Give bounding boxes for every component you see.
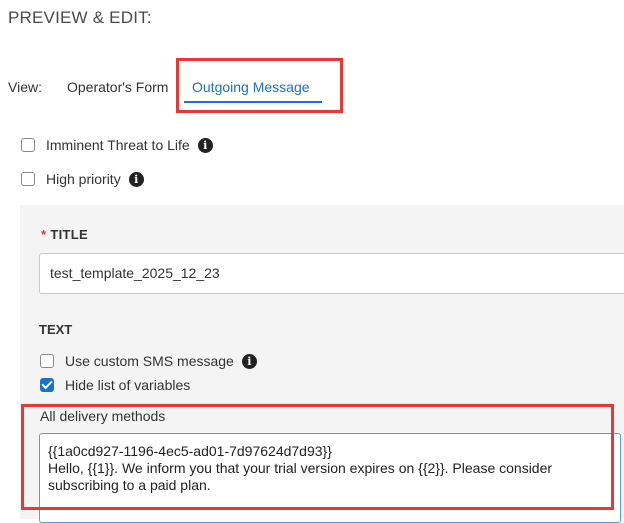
title-label: * TITLE xyxy=(41,227,88,242)
message-line: Hello, {{1}}. We inform you that your tr… xyxy=(48,460,553,476)
delivery-methods-label: All delivery methods xyxy=(40,408,166,424)
info-icon[interactable]: i xyxy=(128,171,144,187)
text-label: TEXT xyxy=(39,322,73,337)
title-input[interactable]: test_template_2025_12_23 xyxy=(39,253,624,294)
required-mark: * xyxy=(41,227,47,242)
imminent-threat-row: Imminent Threat to Life i xyxy=(21,137,213,153)
hide-variables-row: Hide list of variables xyxy=(40,377,190,393)
custom-sms-row: Use custom SMS message i xyxy=(40,353,257,369)
message-line: {{1a0cd927-1196-4ec5-ad01-7d97624d7d93}} xyxy=(48,443,332,459)
info-icon[interactable]: i xyxy=(241,353,257,369)
hide-variables-label: Hide list of variables xyxy=(65,377,191,393)
message-line: subscribing to a paid plan. xyxy=(48,477,211,493)
high-priority-checkbox[interactable] xyxy=(21,172,35,186)
view-label: View: xyxy=(8,79,42,95)
tab-highlight-box xyxy=(176,58,343,113)
custom-sms-checkbox[interactable] xyxy=(40,354,54,368)
tab-operators-form[interactable]: Operator's Form xyxy=(67,79,168,95)
message-textarea[interactable]: {{1a0cd927-1196-4ec5-ad01-7d97624d7d93}}… xyxy=(39,433,621,523)
imminent-threat-label: Imminent Threat to Life xyxy=(46,137,190,153)
imminent-threat-checkbox[interactable] xyxy=(21,138,35,152)
high-priority-label: High priority xyxy=(46,171,121,187)
title-label-text: TITLE xyxy=(50,227,88,242)
high-priority-row: High priority i xyxy=(21,171,144,187)
hide-variables-checkbox[interactable] xyxy=(40,378,54,392)
custom-sms-label: Use custom SMS message xyxy=(65,353,234,369)
section-title: PREVIEW & EDIT: xyxy=(8,8,152,27)
info-icon[interactable]: i xyxy=(197,137,213,153)
